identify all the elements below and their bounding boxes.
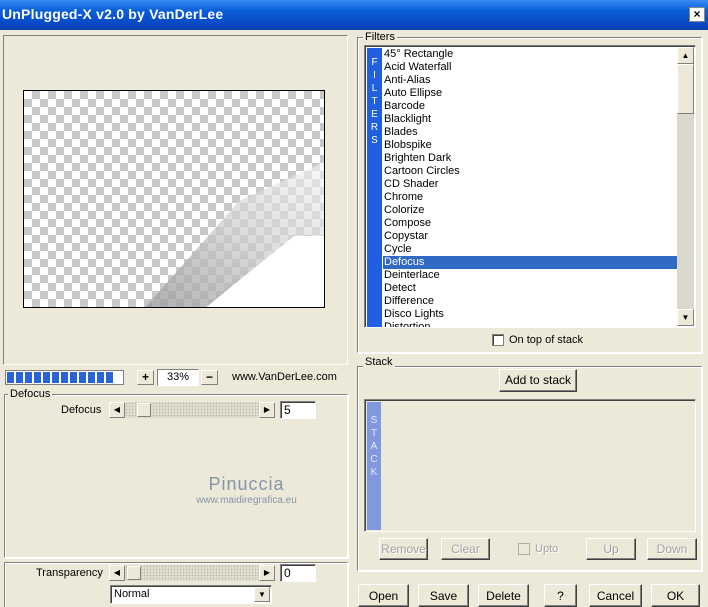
filters-side-letter: I [373,70,376,81]
slider-thumb[interactable] [127,566,141,580]
help-button[interactable]: ? [544,584,577,607]
defocus-param-label: Defocus [61,404,102,416]
filter-item[interactable]: Compose [383,217,679,230]
stack-group-label: Stack [363,356,395,368]
remove-button[interactable]: Remove [379,538,428,560]
watermark-url: www.maidiregrafica.eu [196,495,297,506]
title-bar[interactable]: UnPlugged-X v2.0 by VanDerLee × [0,0,708,30]
filter-item[interactable]: Distortion [383,321,679,327]
slider-track[interactable] [125,565,259,581]
chevron-down-icon[interactable]: ▼ [254,587,270,602]
transparency-label: Transparency [36,567,103,579]
slider-track[interactable] [125,402,259,418]
filter-item[interactable]: Blades [383,126,679,139]
watermark: Pinuccia www.maidiregrafica.eu [184,474,309,506]
open-button[interactable]: Open [358,584,409,607]
preview-canvas[interactable] [23,90,325,308]
filter-item[interactable]: Cartoon Circles [383,165,679,178]
filters-side-label: FILTERS [367,48,382,327]
filters-side-letter: R [370,122,379,133]
filter-item[interactable]: Barcode [383,100,679,113]
transparency-slider[interactable]: ◀ ▶ [109,565,275,582]
stack-side-letter: A [370,441,378,452]
ok-button[interactable]: OK [651,584,700,607]
stack-side-letter: T [370,428,378,439]
slider-left-arrow-icon[interactable]: ◀ [109,402,125,418]
website-link[interactable]: www.VanDerLee.com [232,371,337,383]
zoom-out-button[interactable]: − [201,370,218,385]
slider-right-arrow-icon[interactable]: ▶ [259,565,275,581]
defocus-group-label: Defocus [8,388,53,400]
filters-items[interactable]: 45° Rectangle Acid Waterfall Anti-Alias Aut… [383,48,679,327]
upto-label: Upto [535,543,559,555]
slider-right-arrow-icon[interactable]: ▶ [259,402,275,418]
filter-item[interactable]: Chrome [383,191,679,204]
slider-thumb[interactable] [137,403,151,417]
filter-item[interactable]: CD Shader [383,178,679,191]
close-button[interactable]: × [689,7,705,22]
filters-side-letter: S [371,135,378,146]
up-button[interactable]: Up [586,538,636,560]
filters-scrollbar[interactable]: ▲ ▼ [677,47,694,326]
down-button[interactable]: Down [647,538,697,560]
filter-item[interactable]: Acid Waterfall [383,61,679,74]
progress-bar [5,370,124,385]
filters-side-letter: E [371,109,378,120]
defocus-value-input[interactable]: 5 [280,401,316,419]
filter-item[interactable]: Difference [383,295,679,308]
on-top-label: On top of stack [509,334,583,346]
delete-button[interactable]: Delete [478,584,529,607]
add-to-stack-button[interactable]: Add to stack [499,369,577,392]
filter-item[interactable]: Cycle [383,243,679,256]
filter-item[interactable]: Defocus [383,256,679,269]
blend-mode-select[interactable]: Normal ▼ [110,585,272,604]
filter-item[interactable]: Auto Ellipse [383,87,679,100]
filters-side-letter: F [371,57,378,68]
preview-image [145,161,324,307]
filter-item[interactable]: Disco Lights [383,308,679,321]
transparency-value-input[interactable]: 0 [280,564,316,582]
defocus-slider[interactable]: ◀ ▶ [109,402,275,419]
blend-mode-value: Normal [114,588,150,600]
window-title: UnPlugged-X v2.0 by VanDerLee [2,6,224,22]
clear-button[interactable]: Clear [441,538,490,560]
filter-item[interactable]: 45° Rectangle [383,48,679,61]
zoom-in-button[interactable]: + [137,370,154,385]
scroll-thumb[interactable] [677,64,694,114]
filters-side-letter: L [371,83,378,94]
scroll-down-icon[interactable]: ▼ [677,309,694,326]
filter-item[interactable]: Detect [383,282,679,295]
stack-side-letter: K [370,467,378,478]
stack-list[interactable]: STACK [364,399,696,532]
stack-side-letter: C [370,454,378,465]
filter-item[interactable]: Blacklight [383,113,679,126]
filter-item[interactable]: Brighten Dark [383,152,679,165]
upto-checkbox[interactable] [518,543,530,555]
stack-side-letter: S [370,415,378,426]
stack-side-label: STACK [367,402,381,530]
filter-item[interactable]: Anti-Alias [383,74,679,87]
watermark-title: Pinuccia [208,474,285,494]
on-top-checkbox[interactable] [492,334,504,346]
filters-list[interactable]: FILTERS 45° Rectangle Acid Waterfall Anti-… [364,45,696,328]
filter-item[interactable]: Blobspike [383,139,679,152]
filters-group-label: Filters [363,31,397,43]
slider-left-arrow-icon[interactable]: ◀ [109,565,125,581]
scroll-up-icon[interactable]: ▲ [677,47,694,64]
cancel-button[interactable]: Cancel [589,584,642,607]
filter-item[interactable]: Copystar [383,230,679,243]
filter-item[interactable]: Colorize [383,204,679,217]
save-button[interactable]: Save [418,584,469,607]
filters-side-letter: T [371,96,378,107]
filter-item[interactable]: Deinterlace [383,269,679,282]
zoom-level: 33% [157,369,199,386]
